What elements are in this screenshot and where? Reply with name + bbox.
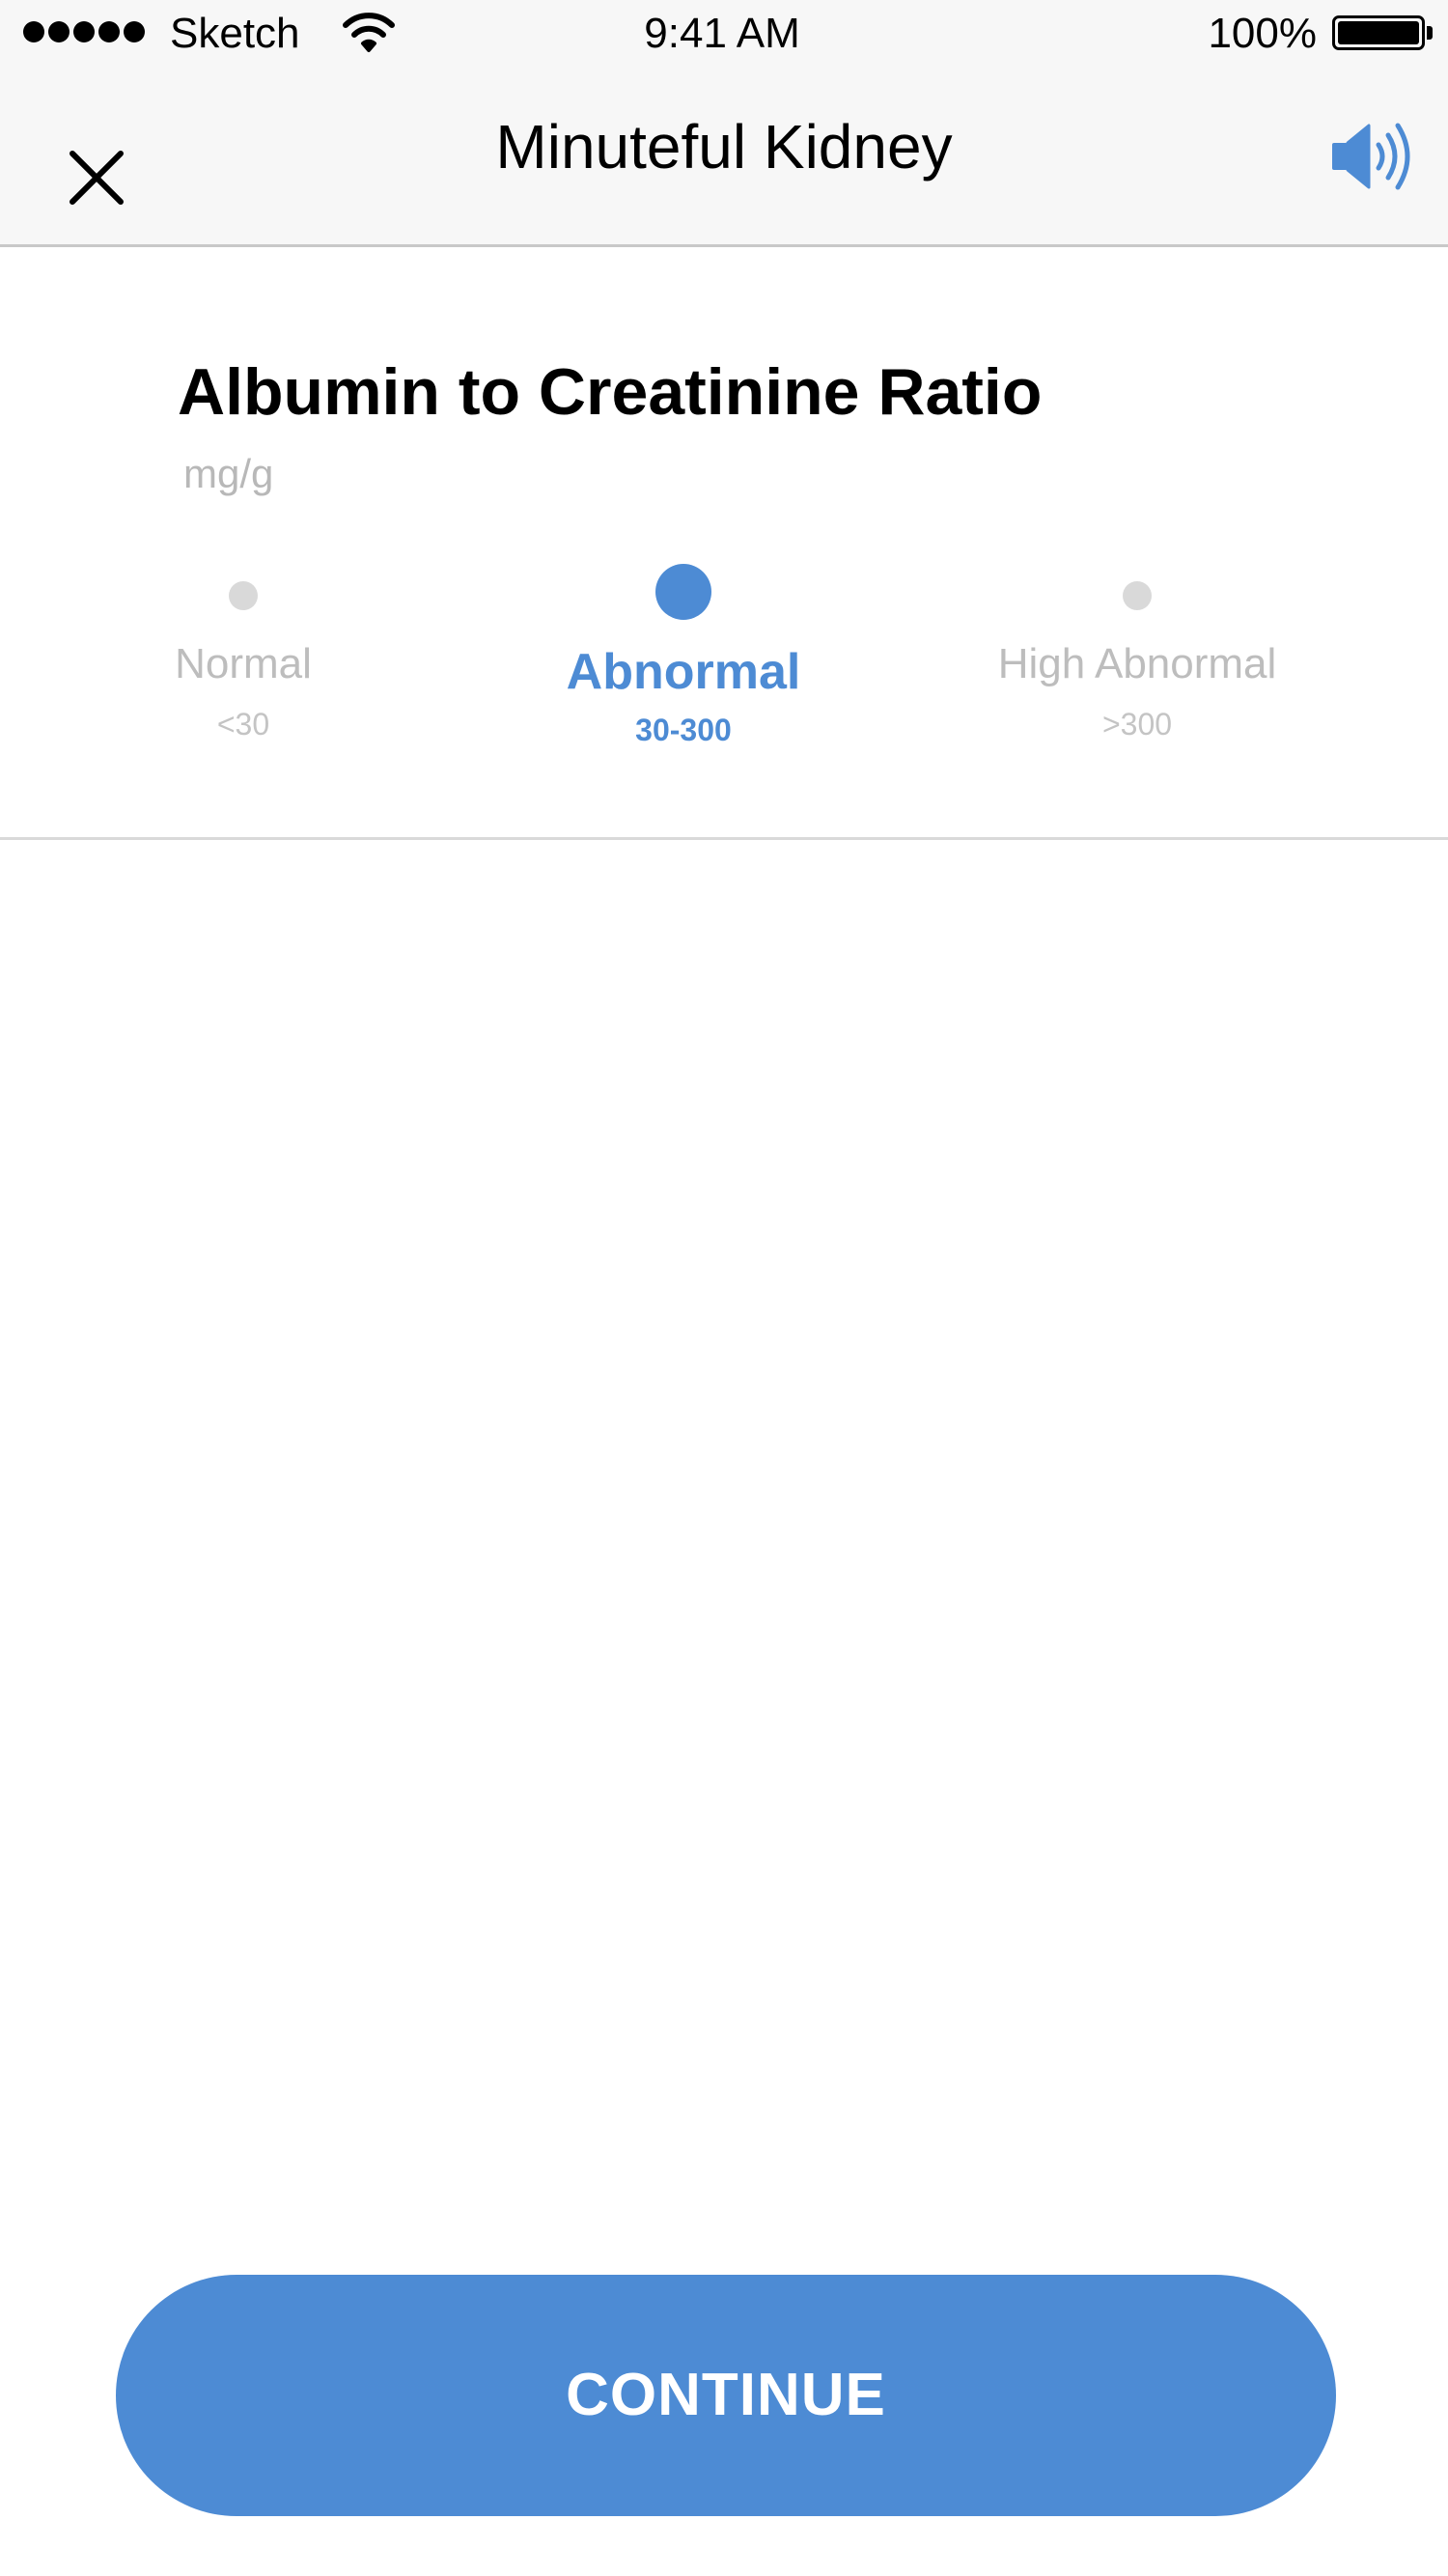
range-option-label: Normal bbox=[175, 640, 312, 687]
range-option-value: 30-300 bbox=[635, 713, 732, 747]
range-option-label: High Abnormal bbox=[997, 640, 1277, 687]
status-bar: Sketch 9:41 AM 100% bbox=[0, 0, 1448, 68]
page-title: Minuteful Kidney bbox=[495, 112, 953, 182]
range-option-value: <30 bbox=[216, 707, 270, 742]
navigation-bar: Minuteful Kidney bbox=[0, 68, 1448, 247]
inactive-indicator-dot bbox=[229, 581, 258, 610]
inactive-indicator-dot bbox=[1123, 581, 1152, 610]
speaker-icon[interactable] bbox=[1328, 120, 1417, 193]
range-option-normal[interactable]: Normal <30 bbox=[12, 562, 475, 743]
continue-button[interactable]: CONTINUE bbox=[116, 2275, 1336, 2516]
range-option-abnormal[interactable]: Abnormal 30-300 bbox=[452, 564, 915, 749]
range-option-value: >300 bbox=[1101, 707, 1173, 742]
measurement-title: Albumin to Creatinine Ratio bbox=[178, 355, 1043, 429]
measurement-unit: mg/g bbox=[183, 451, 274, 496]
measurement-panel: Albumin to Creatinine Ratio mg/g Normal … bbox=[0, 247, 1448, 840]
range-option-high-abnormal[interactable]: High Abnormal >300 bbox=[905, 562, 1369, 743]
range-option-label: Abnormal bbox=[566, 644, 801, 700]
battery-icon bbox=[1332, 15, 1425, 50]
selected-indicator-dot bbox=[655, 564, 711, 620]
battery-percentage: 100% bbox=[1208, 10, 1317, 57]
battery-cap bbox=[1427, 26, 1433, 40]
